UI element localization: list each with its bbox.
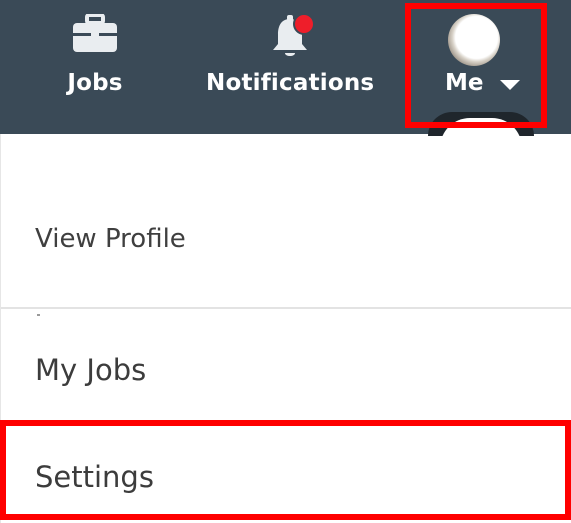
nav-notifications-label: Notifications: [206, 70, 375, 96]
menu-item-label: View Profile: [35, 224, 186, 254]
menu-mark: [37, 314, 40, 316]
menu-item-view-profile[interactable]: View Profile: [1, 204, 571, 274]
menu-item-settings[interactable]: Settings: [1, 436, 571, 514]
chevron-down-icon[interactable]: [500, 80, 520, 90]
menu-item-my-jobs[interactable]: My Jobs: [1, 334, 571, 404]
me-dropdown-menu: View Profile My Jobs Settings: [0, 134, 571, 523]
nav-me-label: Me: [445, 70, 484, 96]
menu-divider: [1, 307, 571, 309]
menu-item-label: My Jobs: [35, 353, 147, 387]
menu-item-label: Settings: [35, 460, 154, 494]
briefcase-icon: [71, 13, 119, 58]
avatar[interactable]: [448, 14, 500, 66]
nav-notifications[interactable]: Notifications: [206, 0, 374, 120]
nav-jobs[interactable]: Jobs: [50, 0, 140, 120]
nav-jobs-label: Jobs: [67, 70, 123, 96]
notification-badge: [293, 13, 315, 35]
avatar-preview: [428, 112, 534, 136]
